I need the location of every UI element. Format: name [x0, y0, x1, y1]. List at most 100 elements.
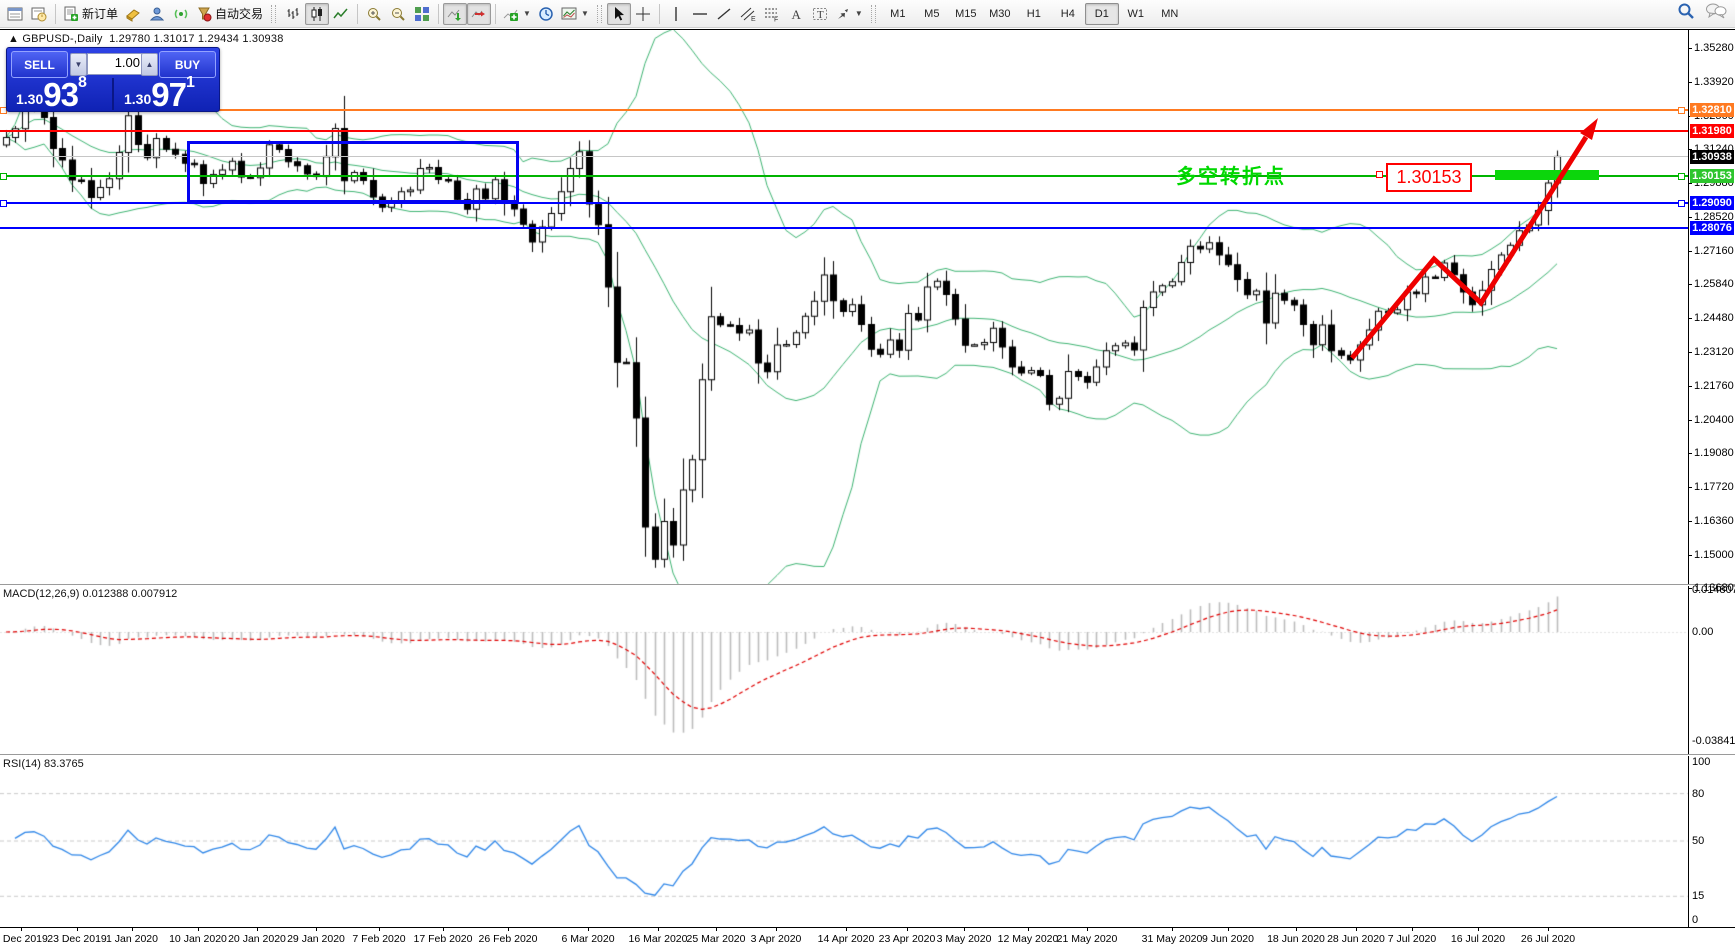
- templates-button[interactable]: ▼: [558, 3, 592, 25]
- fibonacci-button[interactable]: F: [760, 3, 784, 25]
- buy-price[interactable]: 1.30 97 1: [124, 76, 195, 110]
- price-tick: 1.27160: [1694, 245, 1734, 257]
- bar-chart-button[interactable]: [281, 3, 305, 25]
- auto-scroll-button[interactable]: [443, 3, 467, 25]
- consolidation-rectangle[interactable]: [187, 141, 519, 203]
- level-line-1.31980[interactable]: [0, 130, 1688, 132]
- turning-point-text[interactable]: 多空转折点: [1176, 160, 1286, 189]
- timeframe-m1[interactable]: M1: [881, 3, 915, 25]
- price-level-label-1.28076[interactable]: 1.28076: [1690, 221, 1734, 235]
- arrows-dropdown-arrow[interactable]: ▼: [855, 9, 863, 18]
- equidistant-channel-button[interactable]: E: [736, 3, 760, 25]
- crosshair-icon: [635, 6, 651, 22]
- templates-dropdown-arrow[interactable]: ▼: [581, 9, 589, 18]
- price-level-label-1.32810[interactable]: 1.32810: [1690, 103, 1734, 117]
- volume-input[interactable]: 1.00: [87, 53, 145, 75]
- chart-top-border: [0, 29, 1735, 30]
- window-triangle-icon: ▲: [8, 33, 22, 45]
- crosshair-button[interactable]: [631, 3, 655, 25]
- date-tick-dash: [907, 927, 908, 931]
- level-marker-right[interactable]: [1678, 107, 1685, 114]
- tile-windows-button[interactable]: [410, 3, 434, 25]
- timeframe-d1[interactable]: D1: [1085, 3, 1119, 25]
- candlestick-chart-button[interactable]: [305, 3, 329, 25]
- macd-scale-0.014807: 0.014807: [1692, 584, 1735, 596]
- date-tick-dash: [1228, 927, 1229, 931]
- vertical-line-icon: [668, 6, 684, 22]
- price-level-label-1.30153[interactable]: 1.30153: [1690, 169, 1734, 183]
- date-tick-label: 29 Jan 2020: [287, 933, 345, 945]
- indicators-dropdown-arrow[interactable]: ▼: [523, 9, 531, 18]
- date-tick-dash: [658, 927, 659, 931]
- search-icon[interactable]: [1677, 2, 1695, 20]
- level-marker-right[interactable]: [1678, 200, 1685, 207]
- support-zone-bar[interactable]: [1495, 170, 1599, 180]
- indicators-button[interactable]: ▼: [500, 3, 534, 25]
- date-tick-dash: [77, 927, 78, 931]
- date-tick-label: 7 Jul 2020: [1388, 933, 1436, 945]
- signals-button[interactable]: [169, 3, 193, 25]
- date-tick-dash: [257, 927, 258, 931]
- horizontal-line-icon: [692, 6, 708, 22]
- price-level-label-1.31980[interactable]: 1.31980: [1690, 124, 1734, 138]
- cycles-button[interactable]: [534, 3, 558, 25]
- date-tick-label: 3 Dec 2019: [0, 933, 48, 945]
- symbol-period: GBPUSD-,Daily: [22, 33, 102, 45]
- timeframe-m15[interactable]: M15: [949, 3, 983, 25]
- text-label-icon: T: [812, 6, 828, 22]
- chart-shift-button[interactable]: [467, 3, 491, 25]
- timeframe-mn[interactable]: MN: [1153, 3, 1187, 25]
- date-tick-label: 3 May 2020: [937, 933, 992, 945]
- panel-divider: [112, 78, 114, 110]
- trendline-button[interactable]: [712, 3, 736, 25]
- timeframe-m30[interactable]: M30: [983, 3, 1017, 25]
- price-callout-box[interactable]: 1.30153: [1386, 163, 1472, 192]
- svg-text:E: E: [751, 16, 756, 22]
- market-watch-button[interactable]: [3, 3, 27, 25]
- text-button[interactable]: A: [784, 3, 808, 25]
- autotrading-icon: [196, 6, 212, 22]
- main-toolbar: 新订单 自动交易 ▼: [0, 0, 1735, 28]
- horizontal-line-button[interactable]: [688, 3, 712, 25]
- zoom-in-button[interactable]: [362, 3, 386, 25]
- date-tick-label: 9 Jun 2020: [1202, 933, 1254, 945]
- sell-button[interactable]: SELL: [11, 51, 68, 78]
- price-axis-border: [1688, 29, 1689, 928]
- arrows-button[interactable]: ▼: [832, 3, 866, 25]
- community-button[interactable]: [145, 3, 169, 25]
- level-line-1.28076[interactable]: [0, 227, 1688, 229]
- sell-price-big: 93: [43, 80, 78, 110]
- timeframe-h1[interactable]: H1: [1017, 3, 1051, 25]
- level-marker-right[interactable]: [1678, 173, 1685, 180]
- price-level-label-1.29090[interactable]: 1.29090: [1690, 196, 1734, 210]
- timeframe-m5[interactable]: M5: [915, 3, 949, 25]
- price-tick-dash: [1688, 420, 1692, 421]
- level-marker-left[interactable]: [0, 173, 7, 180]
- vertical-line-button[interactable]: [664, 3, 688, 25]
- level-marker-left[interactable]: [0, 200, 7, 207]
- pane-separator-macd[interactable]: [0, 584, 1735, 585]
- volume-increase-button[interactable]: ▲: [141, 53, 158, 76]
- price-tick-dash: [1688, 48, 1692, 49]
- timeframe-w1[interactable]: W1: [1119, 3, 1153, 25]
- equidistant-channel-icon: E: [740, 6, 756, 22]
- text-label-button[interactable]: T: [808, 3, 832, 25]
- volume-decrease-button[interactable]: ▼: [70, 53, 87, 76]
- chat-icon[interactable]: [1705, 2, 1727, 20]
- mt4-terminal: { "window": { "symbol_title": "GBPUSD-,D…: [0, 0, 1735, 949]
- indicators-icon: [503, 6, 519, 22]
- mql-editor-button[interactable]: [121, 3, 145, 25]
- pane-separator-rsi[interactable]: [0, 754, 1735, 755]
- autotrading-button[interactable]: 自动交易: [193, 3, 266, 25]
- cursor-button[interactable]: [607, 3, 631, 25]
- sell-price-prefix: 1.30: [16, 91, 43, 110]
- level-line-1.32810[interactable]: [0, 109, 1688, 111]
- date-tick-dash: [1296, 927, 1297, 931]
- timeframe-h4[interactable]: H4: [1051, 3, 1085, 25]
- zoom-out-button[interactable]: [386, 3, 410, 25]
- sell-price[interactable]: 1.30 93 8: [16, 76, 87, 110]
- new-order-button[interactable]: 新订单: [60, 3, 121, 25]
- strategy-tester-button[interactable]: [27, 3, 51, 25]
- line-chart-button[interactable]: [329, 3, 353, 25]
- price-level-label-1.30938[interactable]: 1.30938: [1690, 150, 1734, 164]
